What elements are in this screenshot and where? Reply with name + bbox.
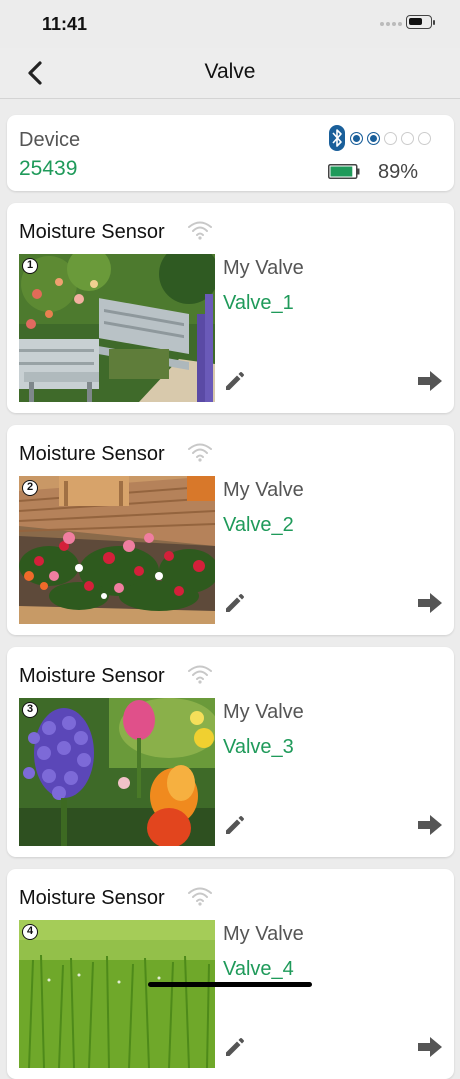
page-title: Valve <box>204 60 256 83</box>
valve-label: My Valve <box>223 257 304 279</box>
pencil-icon[interactable] <box>223 813 247 837</box>
navigation-bar: Valve <box>0 48 460 99</box>
valve-card[interactable]: Moisture Sensor <box>7 647 454 857</box>
valve-number-badge: 4 <box>22 924 38 940</box>
pencil-icon[interactable] <box>223 591 247 615</box>
valve-card[interactable]: Moisture Sensor <box>7 869 454 1079</box>
valve-photo[interactable]: 2 <box>19 476 215 624</box>
device-label: Device <box>19 129 81 151</box>
valve-name: Valve_1 <box>223 292 294 314</box>
cellular-signal-icon <box>380 22 402 28</box>
valve-name: Valve_3 <box>223 736 294 758</box>
valve-number-badge: 1 <box>22 258 38 274</box>
sensor-title: Moisture Sensor <box>19 221 165 243</box>
battery-percent: 89% <box>378 161 419 183</box>
valve-name: Valve_4 <box>223 958 294 980</box>
valve-card[interactable]: Moisture Sensor <box>7 425 454 635</box>
signal-dot <box>384 132 397 145</box>
valve-label: My Valve <box>223 479 304 501</box>
signal-dot <box>401 132 414 145</box>
status-battery-icon <box>406 15 435 29</box>
bluetooth-icon <box>329 125 345 151</box>
valve-photo[interactable]: 4 <box>19 920 215 1068</box>
wifi-icon <box>188 665 212 684</box>
sensor-title: Moisture Sensor <box>19 443 165 465</box>
wifi-icon <box>188 887 212 906</box>
valve-photo[interactable]: 1 <box>19 254 215 402</box>
status-bar: 11:41 <box>0 0 460 48</box>
arrow-right-icon[interactable] <box>417 591 443 615</box>
battery-icon <box>328 164 360 179</box>
valve-card[interactable]: Moisture Sensor <box>7 203 454 413</box>
wifi-icon <box>188 443 212 462</box>
valve-number-badge: 2 <box>22 480 38 496</box>
arrow-right-icon[interactable] <box>417 1035 443 1059</box>
arrow-right-icon[interactable] <box>417 813 443 837</box>
arrow-right-icon[interactable] <box>417 369 443 393</box>
valve-photo[interactable]: 3 <box>19 698 215 846</box>
sensor-title: Moisture Sensor <box>19 887 165 909</box>
device-id: 25439 <box>19 157 78 180</box>
valve-label: My Valve <box>223 923 304 945</box>
signal-dot <box>350 132 363 145</box>
pencil-icon[interactable] <box>223 369 247 393</box>
valve-label: My Valve <box>223 701 304 723</box>
valve-number-badge: 3 <box>22 702 38 718</box>
pencil-icon[interactable] <box>223 1035 247 1059</box>
sensor-title: Moisture Sensor <box>19 665 165 687</box>
signal-dot <box>418 132 431 145</box>
signal-dot <box>367 132 380 145</box>
device-card: Device 25439 89% <box>7 115 454 191</box>
wifi-icon <box>188 221 212 240</box>
home-indicator <box>148 982 312 987</box>
valve-name: Valve_2 <box>223 514 294 536</box>
status-time: 11:41 <box>42 14 88 34</box>
